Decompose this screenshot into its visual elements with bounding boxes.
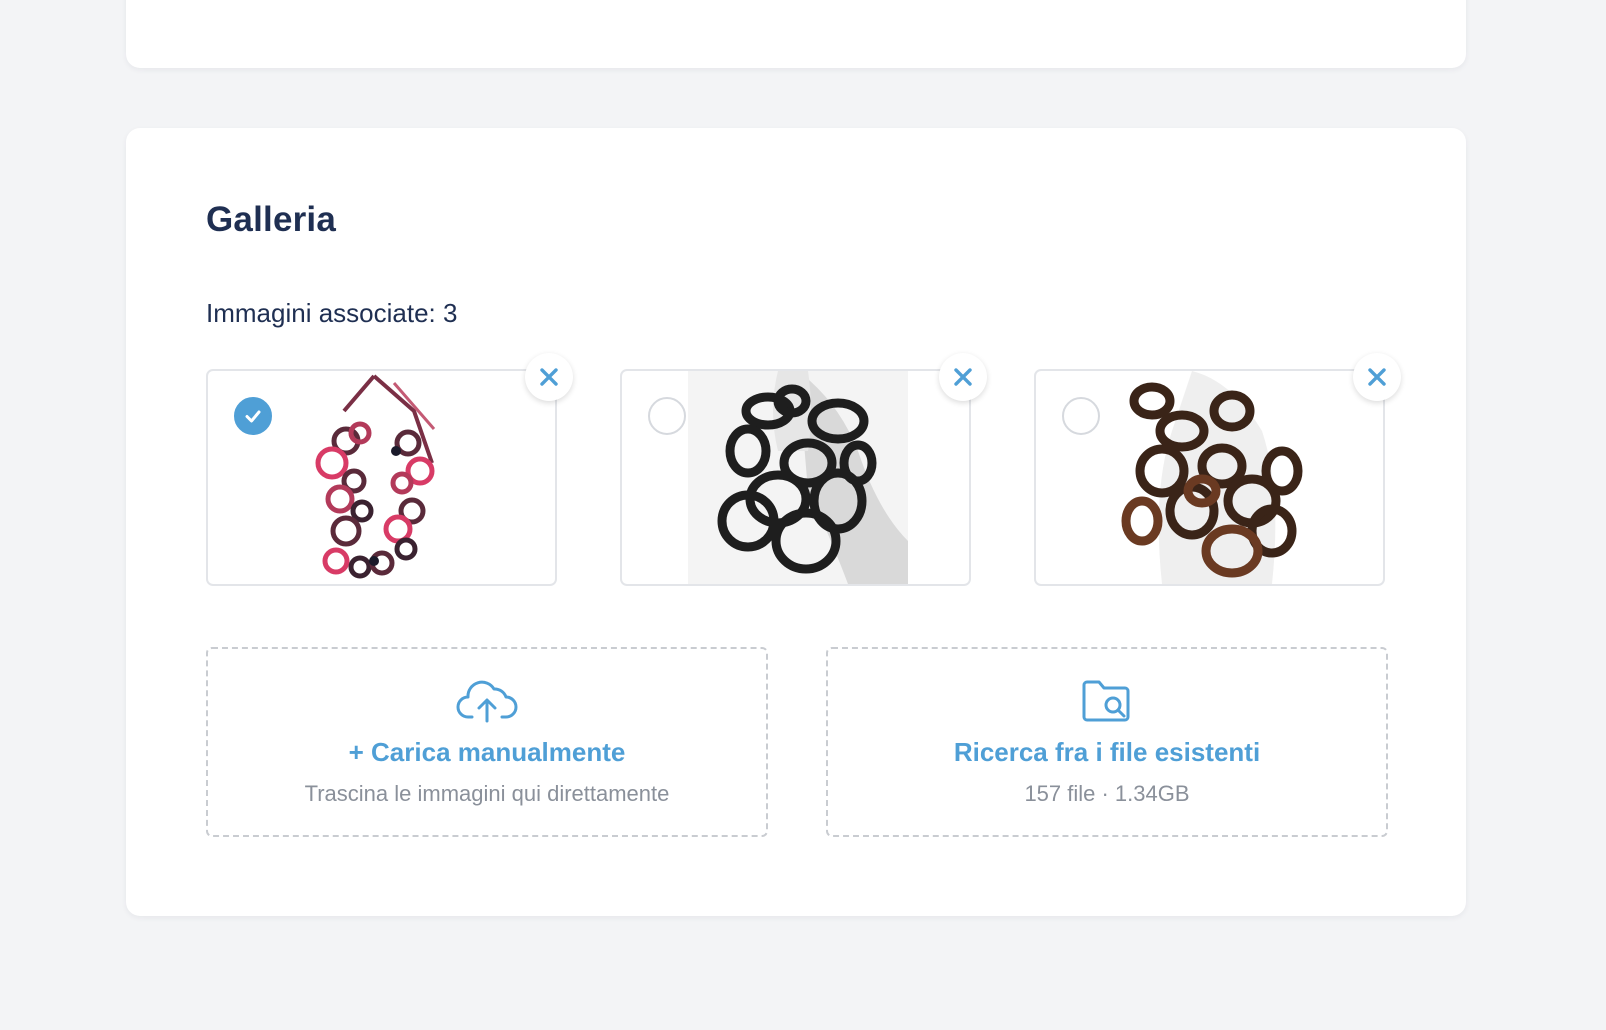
upload-label: + Carica manualmente: [348, 737, 626, 767]
select-radio[interactable]: [1062, 397, 1100, 435]
close-icon: [540, 368, 558, 386]
previous-card: [126, 0, 1466, 68]
browse-label: Ricerca fra i file esistenti: [953, 737, 1261, 767]
browse-hint: 157 file · 1.34GB: [1024, 781, 1190, 806]
remove-image-button[interactable]: [939, 353, 987, 401]
gallery-image-card[interactable]: [1034, 353, 1401, 586]
folder-search-icon: [1081, 679, 1133, 728]
remove-image-button[interactable]: [1353, 353, 1401, 401]
cloud-upload-icon: [456, 679, 518, 728]
gallery-title: Galleria: [206, 200, 337, 239]
gallery-image-card[interactable]: [620, 353, 987, 586]
gallery-image-black-necklace: [688, 371, 908, 584]
gallery-image-brown-necklace: [1102, 371, 1322, 584]
gallery-image-red-necklace: [274, 371, 494, 584]
selected-check-icon[interactable]: [234, 397, 272, 435]
browse-existing-files[interactable]: Ricerca fra i file esistenti 157 file · …: [826, 647, 1388, 837]
gallery-card: Galleria Immagini associate: 3 + Carica …: [126, 128, 1466, 916]
select-radio[interactable]: [648, 397, 686, 435]
gallery-image-card[interactable]: [206, 353, 573, 586]
upload-hint: Trascina le immagini qui direttamente: [304, 781, 670, 806]
close-icon: [954, 368, 972, 386]
close-icon: [1368, 368, 1386, 386]
associated-images-count: Immagini associate: 3: [206, 298, 458, 328]
upload-dropzone[interactable]: + Carica manualmente Trascina le immagin…: [206, 647, 768, 837]
remove-image-button[interactable]: [525, 353, 573, 401]
